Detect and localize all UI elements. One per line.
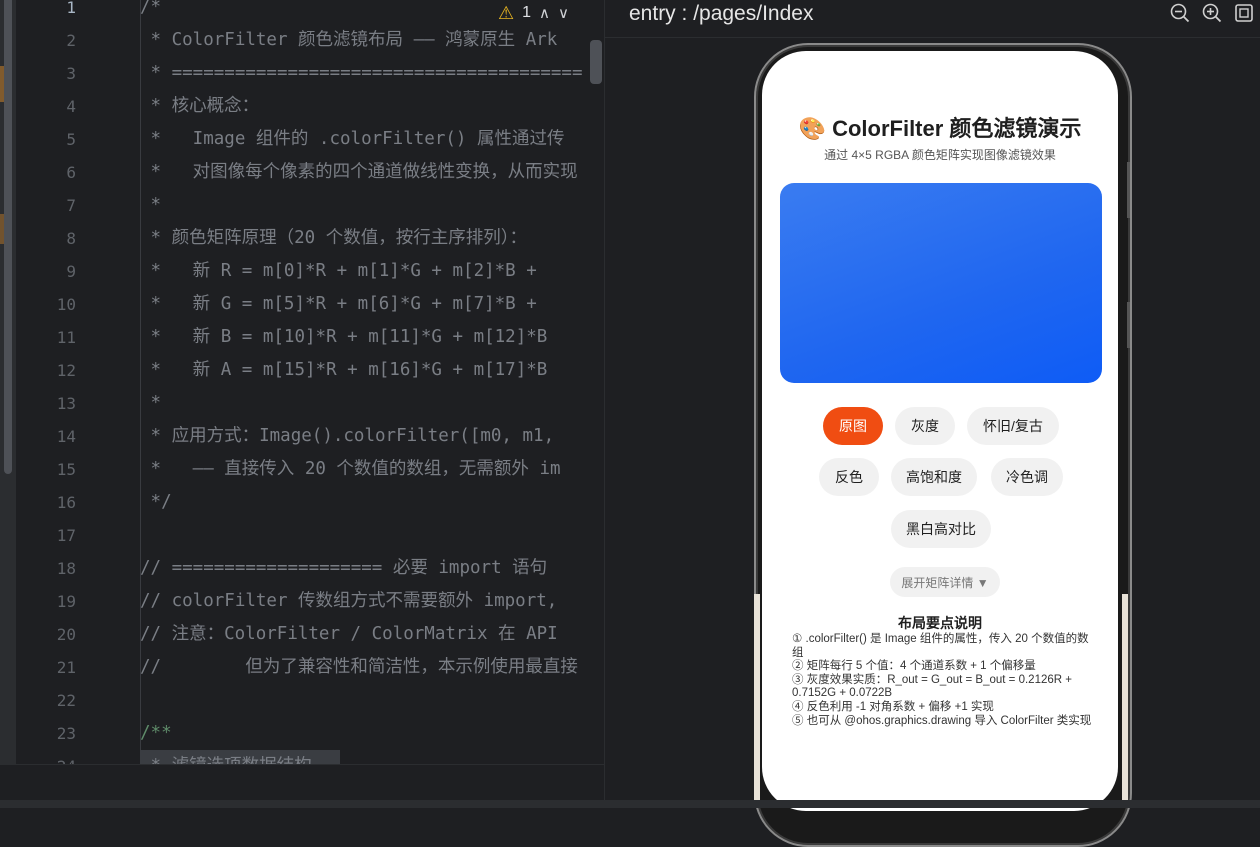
line-number: 21 [56, 658, 76, 677]
previous-highlight-icon[interactable]: ∧ [539, 4, 550, 22]
code-line[interactable]: * 新 G = m[5]*R + m[6]*G + m[7]*B + [140, 288, 537, 321]
filter-chip-high-contrast-bw[interactable]: 黑白高对比 [891, 510, 991, 548]
filter-chip-cool[interactable]: 冷色调 [991, 458, 1063, 496]
line-number: 13 [56, 394, 76, 413]
code-line[interactable]: * 新 R = m[0]*R + m[1]*G + m[2]*B + [140, 255, 537, 288]
code-line[interactable]: * 应用方式：Image().colorFilter([m0, m1, [140, 420, 555, 453]
line-number: 8 [66, 229, 76, 248]
device-edge [1122, 594, 1128, 804]
line-number: 24 [16, 750, 76, 764]
code-line[interactable]: * 核心概念： [140, 90, 260, 123]
expand-matrix-button[interactable]: 展开矩阵详情 ▼ [890, 567, 1000, 597]
line-number: 4 [66, 97, 76, 116]
filter-chip-original[interactable]: 原图 [823, 407, 883, 445]
note-item: ③ 灰度效果实质：R_out = G_out = B_out = 0.2126R… [792, 673, 1072, 700]
app-title: 🎨 ColorFilter 颜色滤镜演示 [798, 116, 1082, 141]
code-line[interactable]: * Image 组件的 .colorFilter() 属性通过传 [140, 123, 565, 156]
device-side-button [1127, 162, 1130, 218]
editor-bottom-bar [0, 764, 604, 801]
zoom-in-icon[interactable] [1201, 2, 1223, 24]
notes-list: ① .colorFilter() 是 Image 组件的属性，传入 20 个数值… [792, 633, 1092, 728]
code-line[interactable]: // colorFilter 传数组方式不需要额外 import, [140, 585, 557, 618]
next-highlight-icon[interactable]: ∨ [558, 4, 569, 22]
line-number: 5 [66, 130, 76, 149]
line-number: 14 [56, 427, 76, 446]
line-number: 17 [56, 526, 76, 545]
line-number: 23 [56, 724, 76, 743]
change-marker [0, 66, 4, 102]
note-item: ⑤ 也可从 @ohos.graphics.drawing 导入 ColorFil… [792, 714, 1092, 727]
note-item: ① .colorFilter() 是 Image 组件的属性，传入 20 个数值… [792, 633, 1089, 659]
device-side-button [1127, 302, 1130, 348]
zoom-out-icon[interactable] [1169, 2, 1191, 24]
app-subtitle: 通过 4×5 RGBA 颜色矩阵实现图像滤镜效果 [824, 148, 1056, 162]
divider [605, 37, 1260, 38]
notes-title: 布局要点说明 [898, 615, 982, 631]
code-line[interactable]: * 新 A = m[15]*R + m[16]*G + m[17]*B [140, 354, 548, 387]
line-number: 12 [56, 361, 76, 380]
line-number: 7 [66, 196, 76, 215]
line-number: 1 [66, 0, 76, 17]
line-number: 9 [66, 262, 76, 281]
previewer-toolbar [1169, 2, 1255, 24]
note-item: ④ 反色利用 -1 对角系数 + 偏移 +1 实现 [792, 700, 994, 713]
line-number: 16 [56, 493, 76, 512]
code-line[interactable]: /* [140, 0, 161, 24]
line-number: 3 [66, 64, 76, 83]
code-line[interactable]: * 颜色矩阵原理（20 个数值，按行主序排列）： [140, 222, 527, 255]
code-line[interactable]: * ======================================… [140, 57, 583, 90]
line-number: 19 [56, 592, 76, 611]
note-item: ② 矩阵每行 5 个值：4 个通道系数 + 1 个偏移量 [792, 660, 1036, 673]
previewer-title: entry : /pages/Index [629, 2, 814, 25]
line-number: 6 [66, 163, 76, 182]
warning-count: 1 [522, 4, 532, 21]
code-line[interactable]: * 对图像每个像素的四个通道做线性变换，从而实现 [140, 156, 578, 189]
filter-chip-invert[interactable]: 反色 [819, 458, 879, 496]
line-number: 18 [56, 559, 76, 578]
code-line[interactable]: // ==================== 必要 import 语句 [140, 552, 547, 585]
code-line[interactable]: * [140, 387, 162, 420]
code-line[interactable]: // 但为了兼容性和简洁性，本示例使用最直接 [140, 651, 578, 684]
line-number: 2 [66, 31, 76, 50]
code-line[interactable]: */ [140, 486, 172, 519]
filtered-image [780, 183, 1102, 383]
line-number: 20 [56, 625, 76, 644]
code-editor[interactable]: 1 2 3 4 5 6 7 8 9 10 11 12 13 14 15 16 1… [0, 0, 604, 764]
line-number: 11 [56, 328, 76, 347]
editor-left-scrollbar[interactable] [0, 0, 16, 764]
fit-screen-icon[interactable] [1233, 2, 1255, 24]
line-number: 22 [56, 691, 76, 710]
filter-chip-grayscale[interactable]: 灰度 [895, 407, 955, 445]
code-line[interactable]: /** [140, 717, 172, 750]
filter-chip-saturation[interactable]: 高饱和度 [891, 458, 977, 496]
line-number: 10 [56, 295, 76, 314]
code-line[interactable]: * [140, 189, 162, 222]
status-bar [0, 800, 1260, 808]
code-line[interactable]: * ColorFilter 颜色滤镜布局 —— 鸿蒙原生 Ark [140, 24, 558, 57]
code-line[interactable]: * 新 B = m[10]*R + m[11]*G + m[12]*B [140, 321, 548, 354]
editor-right-scroll-thumb[interactable] [590, 40, 602, 84]
editor-scroll-thumb[interactable] [4, 0, 12, 474]
code-line[interactable]: * 滤镜选项数据结构 [140, 750, 312, 764]
device-screen: 🎨 ColorFilter 颜色滤镜演示 通过 4×5 RGBA 颜色矩阵实现图… [762, 51, 1118, 811]
inspection-widget[interactable]: ⚠ 1 ∧ ∨ [488, 0, 604, 26]
change-marker [0, 214, 4, 244]
line-number: 15 [56, 460, 76, 479]
code-line[interactable]: * —— 直接传入 20 个数值的数组，无需额外 im [140, 453, 561, 486]
warning-icon: ⚠ [498, 2, 515, 23]
code-line[interactable]: // 注意：ColorFilter / ColorMatrix 在 API [140, 618, 558, 651]
filter-chip-vintage[interactable]: 怀旧/复古 [967, 407, 1059, 445]
device-edge [754, 594, 760, 804]
